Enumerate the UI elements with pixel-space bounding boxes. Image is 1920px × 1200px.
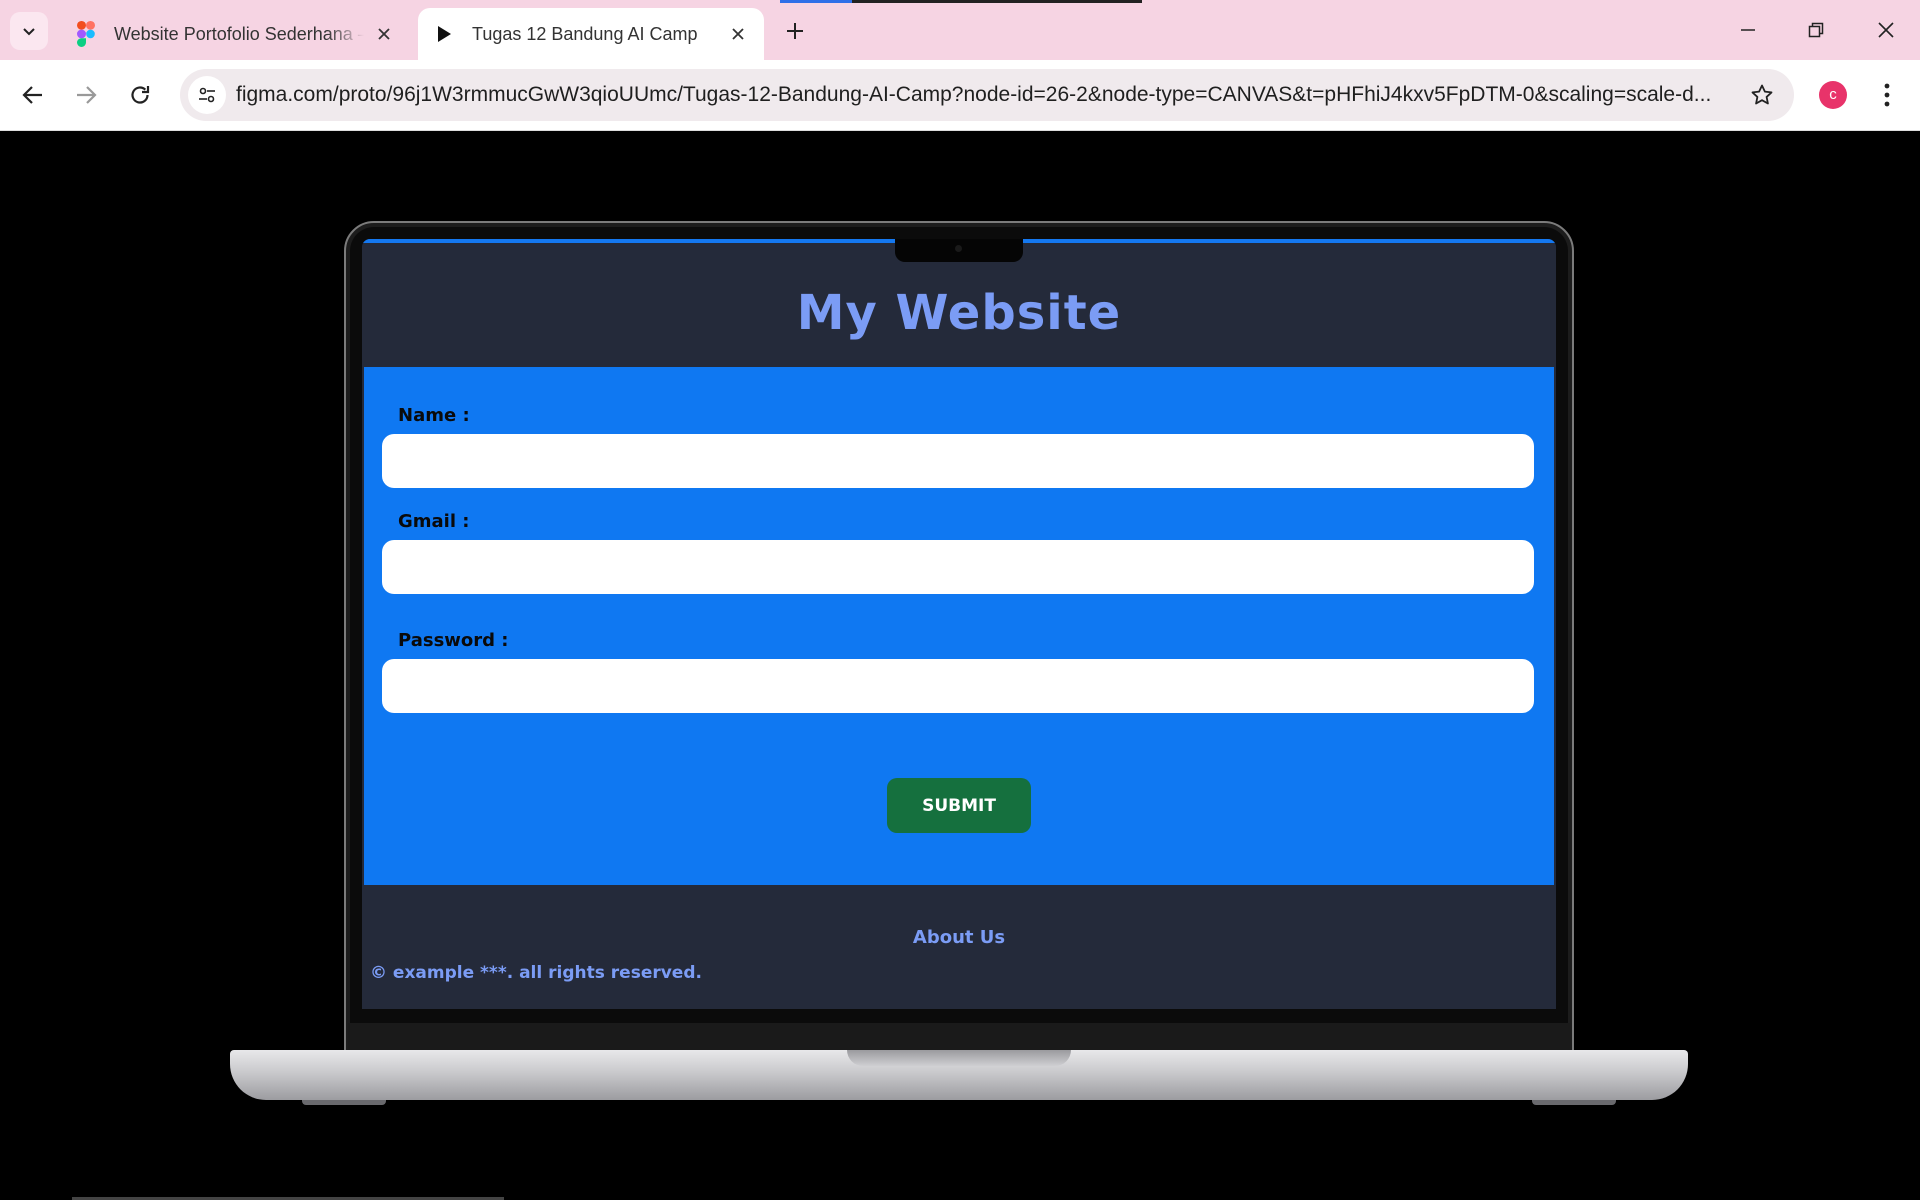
tab-website-portofolio[interactable]: Website Portofolio Sederhana – [60, 8, 410, 60]
laptop-base [230, 1050, 1688, 1100]
play-icon [430, 20, 458, 48]
tab-title: Tugas 12 Bandung AI Camp [472, 23, 698, 44]
tab-title: Website Portofolio Sederhana – [114, 23, 364, 44]
profile-avatar[interactable]: c [1819, 81, 1847, 109]
camera-icon [955, 245, 962, 252]
close-icon [1878, 22, 1894, 38]
password-input[interactable] [382, 659, 1534, 713]
back-button[interactable] [13, 75, 53, 115]
tab-strip: Website Portofolio Sederhana – Tugas 12 … [0, 0, 1920, 60]
bookmark-star-icon[interactable] [1748, 81, 1776, 109]
new-tab-button[interactable] [778, 14, 812, 48]
close-icon[interactable] [724, 20, 752, 48]
reload-icon [131, 86, 150, 104]
camera-notch [895, 239, 1023, 262]
laptop-bezel [348, 1023, 1570, 1051]
restore-icon [1808, 22, 1824, 38]
minimize-button[interactable] [1728, 10, 1768, 50]
plus-icon [787, 23, 803, 39]
copyright-text: © example ***. all rights reserved. [370, 963, 702, 983]
address-bar[interactable]: figma.com/proto/96j1W3rmmucGwW3qioUUmc/T… [180, 69, 1794, 121]
about-us-link[interactable]: About Us [362, 927, 1556, 948]
gmail-label: Gmail : [398, 511, 470, 532]
forward-button[interactable] [66, 75, 106, 115]
url-text[interactable]: figma.com/proto/96j1W3rmmucGwW3qioUUmc/T… [236, 69, 1721, 121]
gmail-input[interactable] [382, 540, 1534, 594]
submit-button[interactable]: SUBMIT [887, 778, 1031, 833]
browser-toolbar: figma.com/proto/96j1W3rmmucGwW3qioUUmc/T… [0, 60, 1920, 131]
laptop-foot [1532, 1100, 1616, 1105]
page-viewport: My Website Name : Gmail : Password : SUB… [0, 131, 1920, 1200]
more-vertical-icon [1884, 83, 1890, 107]
restore-button[interactable] [1796, 10, 1836, 50]
password-label: Password : [398, 630, 509, 651]
contact-form: Name : Gmail : Password : SUBMIT [364, 367, 1554, 885]
name-label: Name : [398, 405, 470, 426]
loading-indicator [780, 0, 1142, 3]
close-icon[interactable] [370, 20, 398, 48]
figma-icon [72, 20, 100, 48]
arrow-left-icon [22, 86, 42, 104]
tab-search-button[interactable] [10, 12, 48, 50]
laptop-screen: My Website Name : Gmail : Password : SUB… [362, 239, 1556, 1009]
site-title: My Website [796, 285, 1122, 341]
browser-menu-button[interactable] [1872, 76, 1902, 114]
close-window-button[interactable] [1866, 10, 1906, 50]
minimize-icon [1741, 29, 1755, 31]
laptop-foot [302, 1100, 386, 1105]
tune-icon [199, 87, 215, 103]
site-info-button[interactable] [188, 76, 226, 114]
tab-tugas-12[interactable]: Tugas 12 Bandung AI Camp [418, 8, 764, 60]
reload-button[interactable] [120, 75, 160, 115]
laptop-opening-notch [847, 1050, 1071, 1066]
arrow-right-icon [77, 86, 97, 104]
chevron-down-icon [23, 28, 35, 36]
name-input[interactable] [382, 434, 1534, 488]
